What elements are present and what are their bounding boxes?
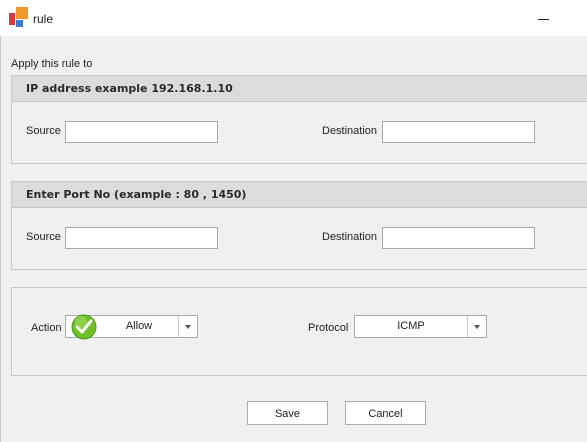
title-bar: rule bbox=[0, 0, 587, 36]
chevron-down-icon[interactable] bbox=[467, 316, 486, 337]
port-group-header: Enter Port No (example : 80 , 1450) bbox=[12, 182, 587, 208]
chevron-down-icon[interactable] bbox=[178, 316, 197, 337]
window-title: rule bbox=[33, 12, 54, 26]
protocol-label: Protocol bbox=[308, 322, 349, 334]
port-destination-label: Destination bbox=[322, 231, 378, 243]
app-logo-icon bbox=[9, 7, 28, 27]
ip-source-label: Source bbox=[26, 125, 61, 137]
action-dropdown[interactable]: Allow bbox=[65, 314, 198, 340]
port-source-label: Source bbox=[26, 231, 61, 243]
minimize-icon[interactable] bbox=[530, 4, 558, 30]
ip-destination-label: Destination bbox=[322, 125, 378, 137]
port-group-title: Enter Port No (example : 80 , 1450) bbox=[26, 188, 247, 201]
ip-group-header: IP address example 192.168.1.10 bbox=[12, 76, 587, 102]
port-group: Enter Port No (example : 80 , 1450) Sour… bbox=[11, 181, 587, 270]
ip-address-group: IP address example 192.168.1.10 Source D… bbox=[11, 75, 587, 164]
cancel-button[interactable]: Cancel bbox=[345, 401, 426, 425]
action-value: Allow bbox=[125, 320, 153, 332]
ip-source-input[interactable] bbox=[65, 121, 218, 143]
ip-destination-input[interactable] bbox=[382, 121, 535, 143]
ip-group-title: IP address example 192.168.1.10 bbox=[26, 82, 233, 95]
save-button[interactable]: Save bbox=[247, 401, 328, 425]
protocol-value: ICMP bbox=[397, 320, 425, 332]
apply-rule-label: Apply this rule to bbox=[11, 58, 93, 70]
action-group: Action Allow Protocol ICMP bbox=[11, 287, 587, 376]
action-label: Action bbox=[31, 322, 62, 334]
green-check-icon bbox=[71, 314, 97, 340]
protocol-dropdown[interactable]: ICMP bbox=[354, 315, 487, 338]
window-border bbox=[0, 36, 1, 442]
port-source-input[interactable] bbox=[65, 227, 218, 249]
port-destination-input[interactable] bbox=[382, 227, 535, 249]
